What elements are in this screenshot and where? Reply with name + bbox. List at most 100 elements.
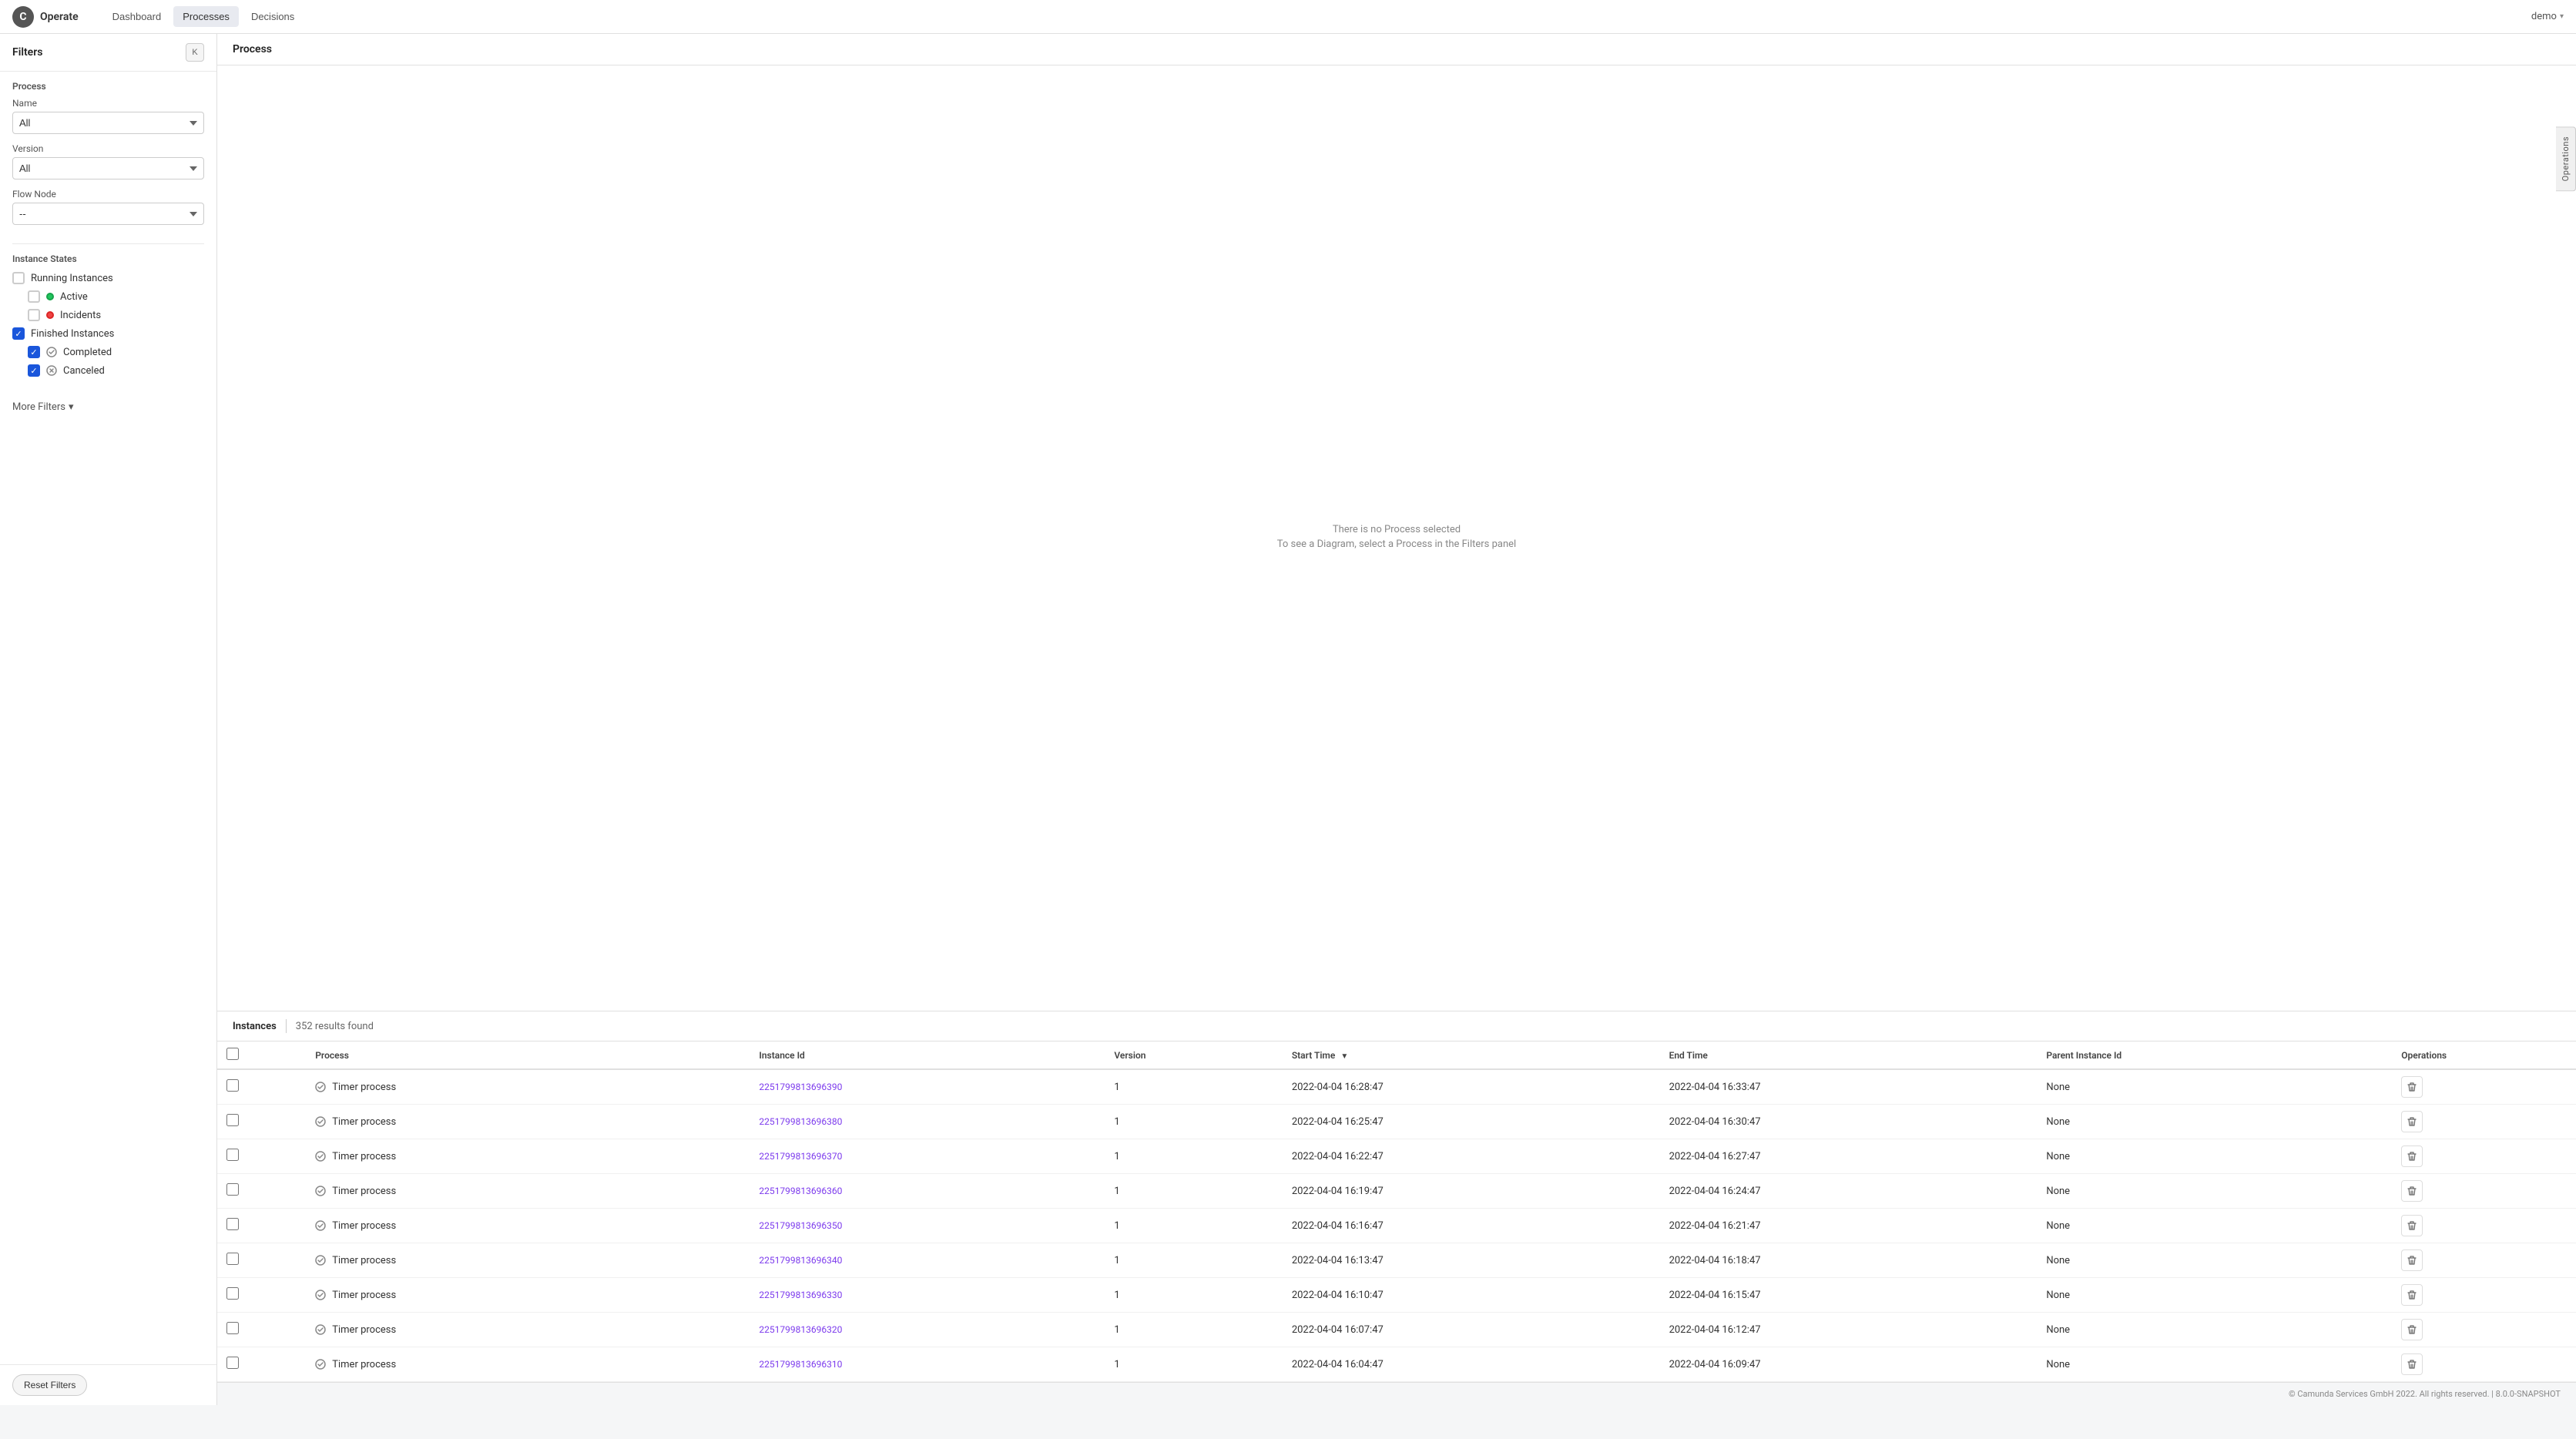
row-parent-instance-cell: None <box>2037 1069 2392 1105</box>
row-version-cell: 1 <box>1105 1139 1282 1174</box>
row-select-checkbox[interactable] <box>226 1322 239 1334</box>
row-select-checkbox[interactable] <box>226 1253 239 1265</box>
select-all-checkbox[interactable] <box>226 1048 239 1060</box>
instance-id-link[interactable]: 2251799813696390 <box>759 1082 842 1092</box>
start-time-column-header[interactable]: Start Time ▼ <box>1283 1042 1660 1069</box>
row-process-cell: Timer process <box>306 1347 750 1382</box>
finished-instances-checkbox[interactable] <box>12 327 25 340</box>
running-instances-row[interactable]: Running Instances <box>12 272 204 284</box>
nav-dashboard[interactable]: Dashboard <box>103 6 171 27</box>
more-filters-button[interactable]: More Filters ▾ <box>0 395 216 419</box>
process-panel-header: Process <box>217 34 2576 65</box>
process-name-select[interactable]: All <box>12 112 204 134</box>
row-instance-id-cell: 2251799813696310 <box>750 1347 1105 1382</box>
top-navigation: C Operate Dashboard Processes Decisions … <box>0 0 2576 34</box>
delete-row-button[interactable] <box>2401 1249 2423 1271</box>
operations-tab-container: Operations <box>2556 126 2576 191</box>
instance-id-link[interactable]: 2251799813696370 <box>759 1151 842 1162</box>
row-version-cell: 1 <box>1105 1069 1282 1105</box>
canceled-row[interactable]: Canceled <box>28 364 204 377</box>
sort-arrow-icon: ▼ <box>1340 1052 1348 1061</box>
row-select-checkbox[interactable] <box>226 1218 239 1230</box>
delete-row-button[interactable] <box>2401 1111 2423 1132</box>
active-row[interactable]: Active <box>28 290 204 303</box>
nav-processes[interactable]: Processes <box>173 6 239 27</box>
row-select-checkbox[interactable] <box>226 1149 239 1161</box>
process-version-select[interactable]: All <box>12 157 204 179</box>
incidents-status-icon <box>46 311 54 319</box>
trash-icon <box>2407 1116 2417 1127</box>
trash-icon <box>2407 1220 2417 1231</box>
nav-links: Dashboard Processes Decisions <box>103 6 304 27</box>
operations-tab[interactable]: Operations <box>2556 126 2576 191</box>
completed-icon <box>46 347 57 357</box>
row-process-cell: Timer process <box>306 1243 750 1278</box>
row-process-name: Timer process <box>332 1255 396 1266</box>
delete-row-button[interactable] <box>2401 1215 2423 1236</box>
canceled-icon <box>46 365 57 376</box>
delete-row-button[interactable] <box>2401 1145 2423 1167</box>
completed-row-icon <box>315 1290 326 1300</box>
instances-title: Instances <box>233 1021 277 1032</box>
no-process-line1: There is no Process selected <box>1277 524 1516 535</box>
row-select-checkbox[interactable] <box>226 1079 239 1092</box>
table-row: Timer process 2251799813696370 1 2022-04… <box>217 1139 2576 1174</box>
incidents-row[interactable]: Incidents <box>28 309 204 321</box>
row-start-time-cell: 2022-04-04 16:19:47 <box>1283 1174 1660 1209</box>
trash-icon <box>2407 1082 2417 1092</box>
row-end-time-cell: 2022-04-04 16:27:47 <box>1660 1139 2038 1174</box>
instance-id-link[interactable]: 2251799813696310 <box>759 1359 842 1370</box>
delete-row-button[interactable] <box>2401 1076 2423 1098</box>
delete-row-button[interactable] <box>2401 1353 2423 1375</box>
row-process-cell: Timer process <box>306 1174 750 1209</box>
user-name: demo <box>2531 11 2557 22</box>
sidebar-header: Filters K <box>0 34 216 72</box>
instances-table-wrapper: Process Instance Id Version Start Time ▼ <box>217 1042 2576 1382</box>
delete-row-button[interactable] <box>2401 1319 2423 1340</box>
completed-row[interactable]: Completed <box>28 346 204 358</box>
row-select-checkbox[interactable] <box>226 1357 239 1369</box>
row-end-time-cell: 2022-04-04 16:33:47 <box>1660 1069 2038 1105</box>
canceled-checkbox[interactable] <box>28 364 40 377</box>
row-start-time-cell: 2022-04-04 16:13:47 <box>1283 1243 1660 1278</box>
incidents-checkbox[interactable] <box>28 309 40 321</box>
delete-row-button[interactable] <box>2401 1284 2423 1306</box>
finished-instances-row[interactable]: Finished Instances <box>12 327 204 340</box>
row-start-time-cell: 2022-04-04 16:16:47 <box>1283 1209 1660 1243</box>
row-version-cell: 1 <box>1105 1243 1282 1278</box>
row-version-cell: 1 <box>1105 1209 1282 1243</box>
parent-instance-column-header: Parent Instance Id <box>2037 1042 2392 1069</box>
row-select-checkbox[interactable] <box>226 1183 239 1196</box>
active-checkbox[interactable] <box>28 290 40 303</box>
row-end-time-cell: 2022-04-04 16:09:47 <box>1660 1347 2038 1382</box>
row-checkbox-cell <box>217 1313 306 1347</box>
running-instances-label: Running Instances <box>31 273 113 284</box>
instance-id-link[interactable]: 2251799813696350 <box>759 1220 842 1231</box>
row-parent-instance-cell: None <box>2037 1347 2392 1382</box>
instance-id-link[interactable]: 2251799813696340 <box>759 1255 842 1266</box>
instance-id-link[interactable]: 2251799813696380 <box>759 1116 842 1127</box>
row-parent-instance-cell: None <box>2037 1313 2392 1347</box>
user-menu[interactable]: demo ▾ <box>2531 11 2564 22</box>
instance-id-link[interactable]: 2251799813696320 <box>759 1324 842 1335</box>
completed-row-icon <box>315 1359 326 1370</box>
row-select-checkbox[interactable] <box>226 1114 239 1126</box>
table-row: Timer process 2251799813696360 1 2022-04… <box>217 1174 2576 1209</box>
delete-row-button[interactable] <box>2401 1180 2423 1202</box>
completed-checkbox[interactable] <box>28 346 40 358</box>
row-select-checkbox[interactable] <box>226 1287 239 1300</box>
reset-filters-button[interactable]: Reset Filters <box>12 1374 87 1396</box>
instance-id-link[interactable]: 2251799813696360 <box>759 1186 842 1196</box>
completed-row-icon <box>315 1186 326 1196</box>
running-instances-checkbox[interactable] <box>12 272 25 284</box>
collapse-sidebar-button[interactable]: K <box>186 43 204 62</box>
filters-sidebar: Filters K Process Name All Version All F… <box>0 34 217 1405</box>
row-start-time-cell: 2022-04-04 16:10:47 <box>1283 1278 1660 1313</box>
nav-decisions[interactable]: Decisions <box>242 6 304 27</box>
table-row: Timer process 2251799813696310 1 2022-04… <box>217 1347 2576 1382</box>
trash-icon <box>2407 1359 2417 1370</box>
no-process-line2: To see a Diagram, select a Process in th… <box>1277 538 1516 550</box>
instance-id-link[interactable]: 2251799813696330 <box>759 1290 842 1300</box>
flow-node-select[interactable]: -- <box>12 203 204 225</box>
no-process-message: There is no Process selected To see a Di… <box>1277 524 1516 553</box>
